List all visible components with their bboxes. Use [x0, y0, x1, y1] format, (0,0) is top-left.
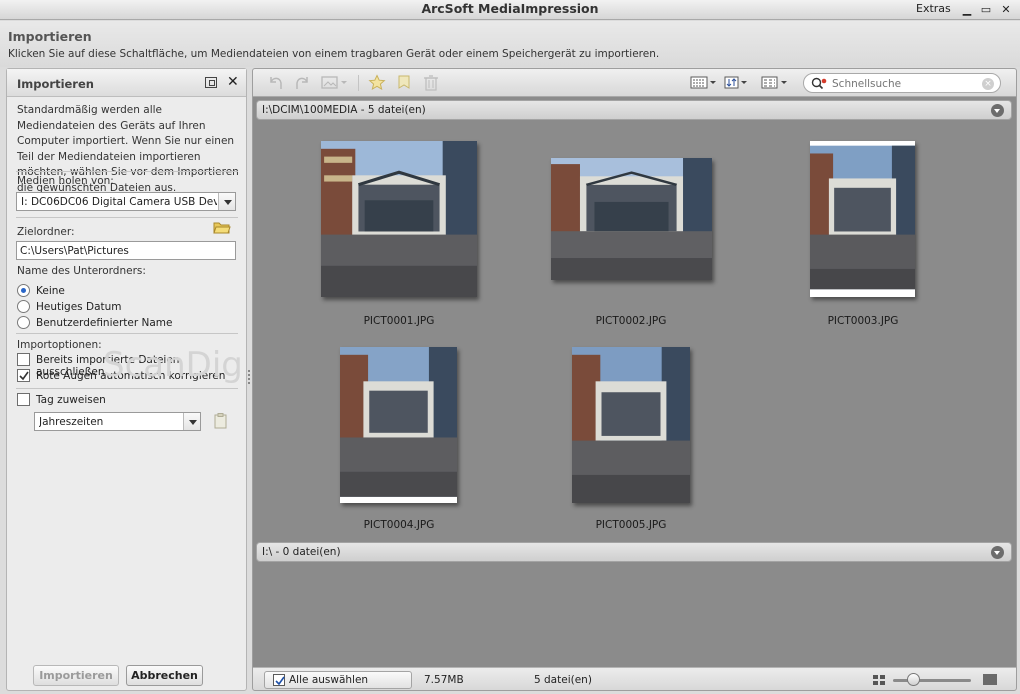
- photo-icon: [340, 347, 457, 503]
- toolbar-divider: [358, 75, 359, 91]
- photo-icon: [321, 141, 477, 297]
- divider: [16, 333, 238, 334]
- folder-group-header[interactable]: I:\DCIM\100MEDIA - 5 datei(en): [256, 100, 1012, 120]
- rotate-right-icon[interactable]: [293, 74, 311, 91]
- import-options-label: Importoptionen:: [17, 339, 102, 351]
- subfolder-label: Name des Unterordners:: [17, 265, 146, 277]
- close-window-button[interactable]: ✕: [999, 3, 1013, 16]
- radio-heutiges-datum[interactable]: [17, 300, 30, 313]
- collapse-group-icon[interactable]: [991, 546, 1004, 559]
- image-menu-icon[interactable]: [321, 74, 349, 91]
- tag-assign-label[interactable]: Tag zuweisen: [36, 394, 106, 406]
- thumbnail-image[interactable]: [810, 141, 915, 297]
- search-icon: [811, 77, 827, 90]
- zoom-slider-handle[interactable]: [907, 673, 921, 686]
- thumbnail-filename: PICT0004.JPG: [363, 519, 435, 531]
- browser-toolbar: ×: [253, 69, 1016, 97]
- source-label: Medien holen von:: [17, 175, 114, 187]
- status-bar: Alle auswählen 7.57MB 5 datei(en): [253, 667, 1016, 690]
- maximize-button[interactable]: ▭: [979, 3, 993, 16]
- star-icon[interactable]: [368, 74, 386, 91]
- sort-icon[interactable]: [724, 74, 748, 91]
- import-panel: Importieren ✕ Standardmäßig werden alle …: [6, 68, 247, 691]
- page-header: Importieren Klicken Sie auf diese Schalt…: [0, 21, 1020, 67]
- menu-extras[interactable]: Extras: [916, 2, 951, 15]
- clipboard-icon[interactable]: [214, 413, 227, 429]
- source-device-value: I: DC06DC06 Digital Camera USB Dev...: [21, 196, 217, 208]
- radio-heutiges-datum-label[interactable]: Heutiges Datum: [36, 301, 122, 313]
- folder-group-header[interactable]: I:\ - 0 datei(en): [256, 542, 1012, 562]
- divider: [16, 388, 238, 389]
- close-panel-icon[interactable]: ✕: [227, 74, 239, 90]
- import-panel-title: Importieren: [17, 77, 94, 91]
- tag-select-value: Jahreszeiten: [39, 416, 104, 428]
- thumbnail-image[interactable]: [321, 141, 477, 297]
- checkmark-icon: [19, 371, 29, 381]
- window-title: ArcSoft MediaImpression: [421, 1, 599, 16]
- select-all-label: Alle auswählen: [289, 674, 369, 686]
- title-bar: ArcSoft MediaImpression Extras ▁ ▭ ✕: [0, 0, 1020, 20]
- photo-icon: [551, 158, 712, 280]
- small-thumbnails-icon[interactable]: [873, 675, 885, 685]
- rotate-left-icon[interactable]: [267, 74, 285, 91]
- select-all-button[interactable]: Alle auswählen: [264, 671, 412, 689]
- thumbnail-filename: PICT0003.JPG: [827, 315, 899, 327]
- media-browser: × I:\DCIM\100MEDIA - 5 datei(en): [252, 68, 1017, 691]
- folder-group-path: I:\DCIM\100MEDIA - 5 datei(en): [262, 104, 426, 116]
- cancel-button[interactable]: Abbrechen: [126, 665, 203, 686]
- folder-group-path: I:\ - 0 datei(en): [262, 546, 341, 558]
- chevron-down-icon[interactable]: [183, 413, 200, 430]
- red-eye-checkbox[interactable]: [17, 369, 30, 382]
- quick-search[interactable]: ×: [803, 73, 1001, 93]
- select-all-checkbox[interactable]: [273, 674, 285, 686]
- thumbnail-image[interactable]: [572, 347, 690, 503]
- trash-icon[interactable]: [423, 74, 439, 91]
- grid-layout-icon[interactable]: [761, 74, 789, 91]
- view-mode-icon[interactable]: [690, 74, 718, 91]
- total-size: 7.57MB: [424, 674, 464, 686]
- large-thumbnails-icon[interactable]: [983, 674, 997, 685]
- target-folder-label: Zielordner:: [17, 226, 75, 238]
- divider: [16, 171, 238, 172]
- radio-benutzerdefiniert[interactable]: [17, 316, 30, 329]
- photo-icon: [810, 141, 915, 297]
- thumbnail-image[interactable]: [340, 347, 457, 503]
- import-panel-header: Importieren ✕: [7, 69, 246, 97]
- thumbnail-image[interactable]: [551, 158, 712, 280]
- thumbnail-filename: PICT0002.JPG: [595, 315, 667, 327]
- radio-benutzerdefiniert-label[interactable]: Benutzerdefinierter Name: [36, 317, 173, 329]
- source-device-select[interactable]: I: DC06DC06 Digital Camera USB Dev...: [16, 192, 236, 211]
- photo-icon: [572, 347, 690, 503]
- zoom-slider-track[interactable]: [893, 679, 971, 682]
- file-count: 5 datei(en): [534, 674, 592, 686]
- clear-search-icon[interactable]: ×: [982, 78, 994, 90]
- tag-assign-checkbox[interactable]: [17, 393, 30, 406]
- exclude-imported-checkbox[interactable]: [17, 353, 30, 366]
- radio-keine-label[interactable]: Keine: [36, 285, 65, 297]
- checkmark-icon: [275, 676, 285, 686]
- tag-select[interactable]: Jahreszeiten: [34, 412, 201, 431]
- open-folder-icon[interactable]: [213, 221, 231, 234]
- radio-keine[interactable]: [17, 284, 30, 297]
- divider: [16, 217, 238, 218]
- dock-icon[interactable]: [205, 77, 217, 88]
- page-description: Klicken Sie auf diese Schaltfläche, um M…: [8, 48, 660, 60]
- thumbnail-filename: PICT0005.JPG: [595, 519, 667, 531]
- watermark-text: ScanDig: [103, 345, 243, 385]
- target-folder-input[interactable]: [20, 243, 230, 259]
- collapse-group-icon[interactable]: [991, 104, 1004, 117]
- quick-search-input[interactable]: [832, 76, 977, 91]
- chevron-down-icon[interactable]: [218, 193, 235, 210]
- panel-resize-grip[interactable]: [247, 368, 251, 388]
- target-folder-field[interactable]: [16, 241, 236, 260]
- minimize-button[interactable]: ▁: [960, 3, 974, 16]
- tag-icon[interactable]: [396, 74, 412, 91]
- page-title: Importieren: [8, 29, 92, 44]
- thumbnail-filename: PICT0001.JPG: [363, 315, 435, 327]
- import-button[interactable]: Importieren: [33, 665, 119, 686]
